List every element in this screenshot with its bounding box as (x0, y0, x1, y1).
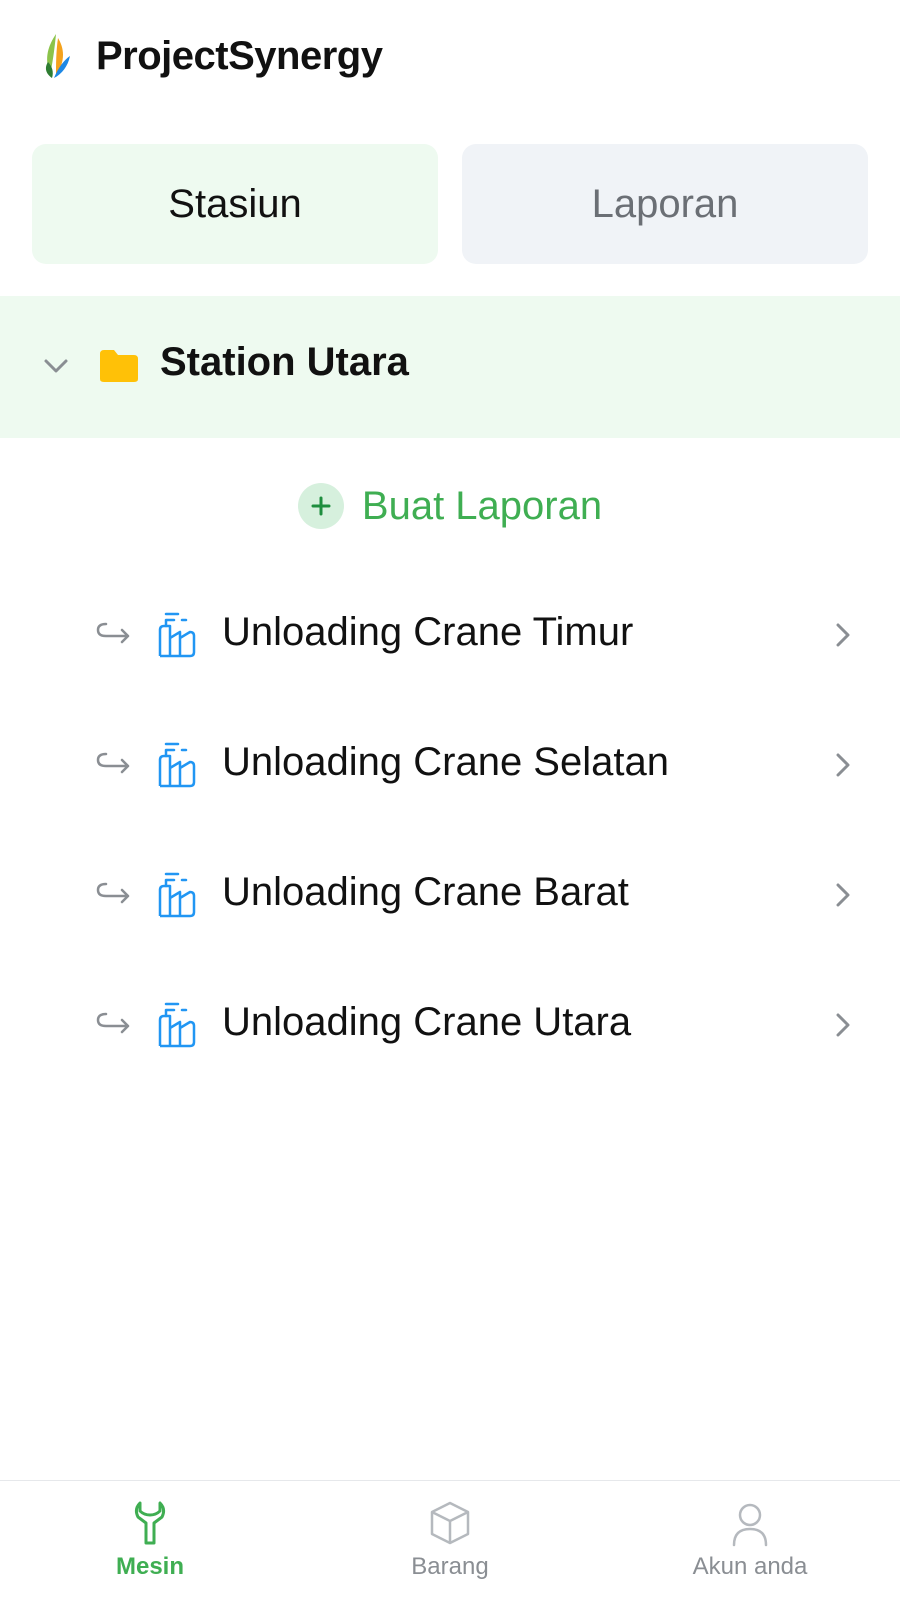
tab-stasiun[interactable]: Stasiun (32, 144, 438, 264)
machine-name: Unloading Crane Utara (222, 1000, 632, 1044)
chevron-right-icon (836, 883, 850, 907)
redirect-arrow-icon (96, 752, 130, 774)
chevron-right-icon (836, 623, 850, 647)
station-name: Station Utara (160, 340, 409, 384)
machine-list: Unloading Crane Timur Unloading Crane Se… (0, 572, 900, 1092)
machine-icon (158, 1002, 196, 1048)
nav-barang[interactable]: Barang (300, 1481, 600, 1600)
machine-item[interactable]: Unloading Crane Selatan (0, 702, 900, 832)
redirect-arrow-icon (96, 1012, 130, 1034)
machine-item[interactable]: Unloading Crane Timur (0, 572, 900, 702)
app-header: ProjectSynergy (0, 0, 900, 112)
chevron-right-icon (836, 753, 850, 777)
machine-icon (158, 872, 196, 918)
nav-label: Mesin (115, 1553, 184, 1580)
machine-icon (158, 742, 196, 788)
folder-icon (100, 350, 138, 382)
nav-label: Akun anda (692, 1553, 808, 1580)
nav-akun[interactable]: Akun anda (600, 1481, 900, 1600)
app-title: ProjectSynergy (96, 33, 383, 78)
create-report-button[interactable]: Buat Laporan (0, 474, 900, 538)
machine-icon (158, 612, 196, 658)
tab-laporan[interactable]: Laporan (462, 144, 868, 264)
redirect-arrow-icon (96, 622, 130, 644)
box-icon (430, 1501, 470, 1545)
user-icon (732, 1503, 768, 1547)
machine-name: Unloading Crane Barat (222, 870, 629, 914)
wrench-icon (134, 1501, 166, 1545)
tab-bar: Stasiun Laporan (32, 144, 868, 264)
create-report-label: Buat Laporan (361, 483, 603, 528)
machine-item[interactable]: Unloading Crane Utara (0, 962, 900, 1092)
chevron-right-icon (836, 1013, 850, 1037)
app-screen: ProjectSynergy Stasiun Laporan Station U… (0, 0, 900, 1600)
bottom-nav: Mesin Barang Akun anda (0, 1480, 900, 1600)
machine-item[interactable]: Unloading Crane Barat (0, 832, 900, 962)
leaf-logo-icon (45, 34, 70, 78)
machine-name: Unloading Crane Timur (222, 610, 634, 654)
machine-name: Unloading Crane Selatan (222, 740, 669, 784)
nav-label: Barang (411, 1553, 489, 1580)
chevron-down-icon[interactable] (42, 352, 70, 380)
nav-mesin[interactable]: Mesin (0, 1481, 300, 1600)
plus-icon (297, 483, 344, 529)
station-row[interactable]: Station Utara (0, 296, 900, 438)
redirect-arrow-icon (96, 882, 130, 904)
